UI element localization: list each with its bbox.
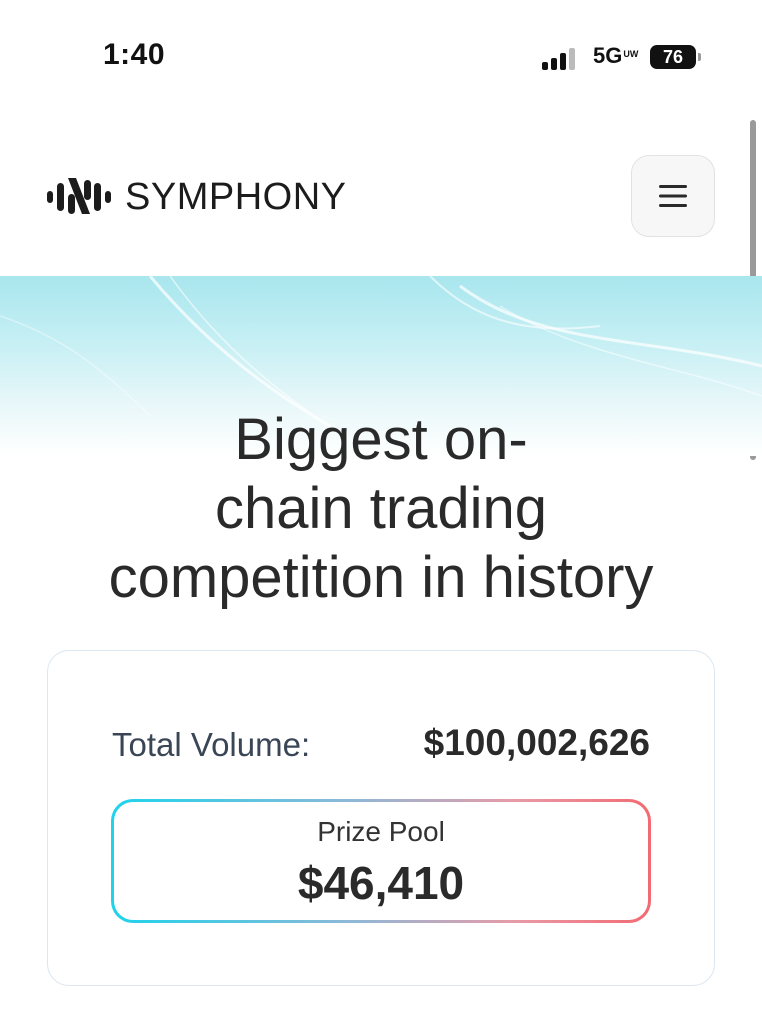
prize-pool-box: Prize Pool $46,410 (111, 799, 651, 923)
brand-logo[interactable]: SYMPHONY (47, 174, 346, 220)
total-volume-value: $100,002,626 (423, 722, 650, 763)
prize-pool-inner: Prize Pool $46,410 (114, 802, 648, 920)
headline-line-2: chain trading (214, 476, 548, 541)
status-bar: 1:40 5GUW 76 (0, 0, 762, 110)
battery-level: 76 (662, 47, 684, 67)
network-indicator: 5GUW (593, 43, 639, 69)
hamburger-icon (659, 185, 687, 207)
total-volume-label: Total Volume: (112, 726, 311, 763)
network-suffix: UW (623, 49, 639, 59)
cellular-signal-icon (542, 46, 580, 70)
stats-card: Total Volume: $100,002,626 Prize Pool $4… (47, 650, 715, 986)
battery-icon: 76 (650, 45, 701, 69)
prize-pool-value: $46,410 (297, 857, 465, 909)
network-type: 5G (593, 43, 623, 68)
prize-pool-label: Prize Pool (317, 816, 445, 847)
page-headline: Biggest on- chain trading competition in… (40, 405, 722, 612)
headline-line-3: competition in history (108, 545, 654, 610)
brand-name: SYMPHONY (125, 175, 347, 218)
status-time: 1:40 (103, 38, 166, 71)
menu-button[interactable] (631, 155, 715, 237)
symphony-logo-icon (47, 178, 111, 214)
headline-line-1: Biggest on- (234, 407, 528, 472)
